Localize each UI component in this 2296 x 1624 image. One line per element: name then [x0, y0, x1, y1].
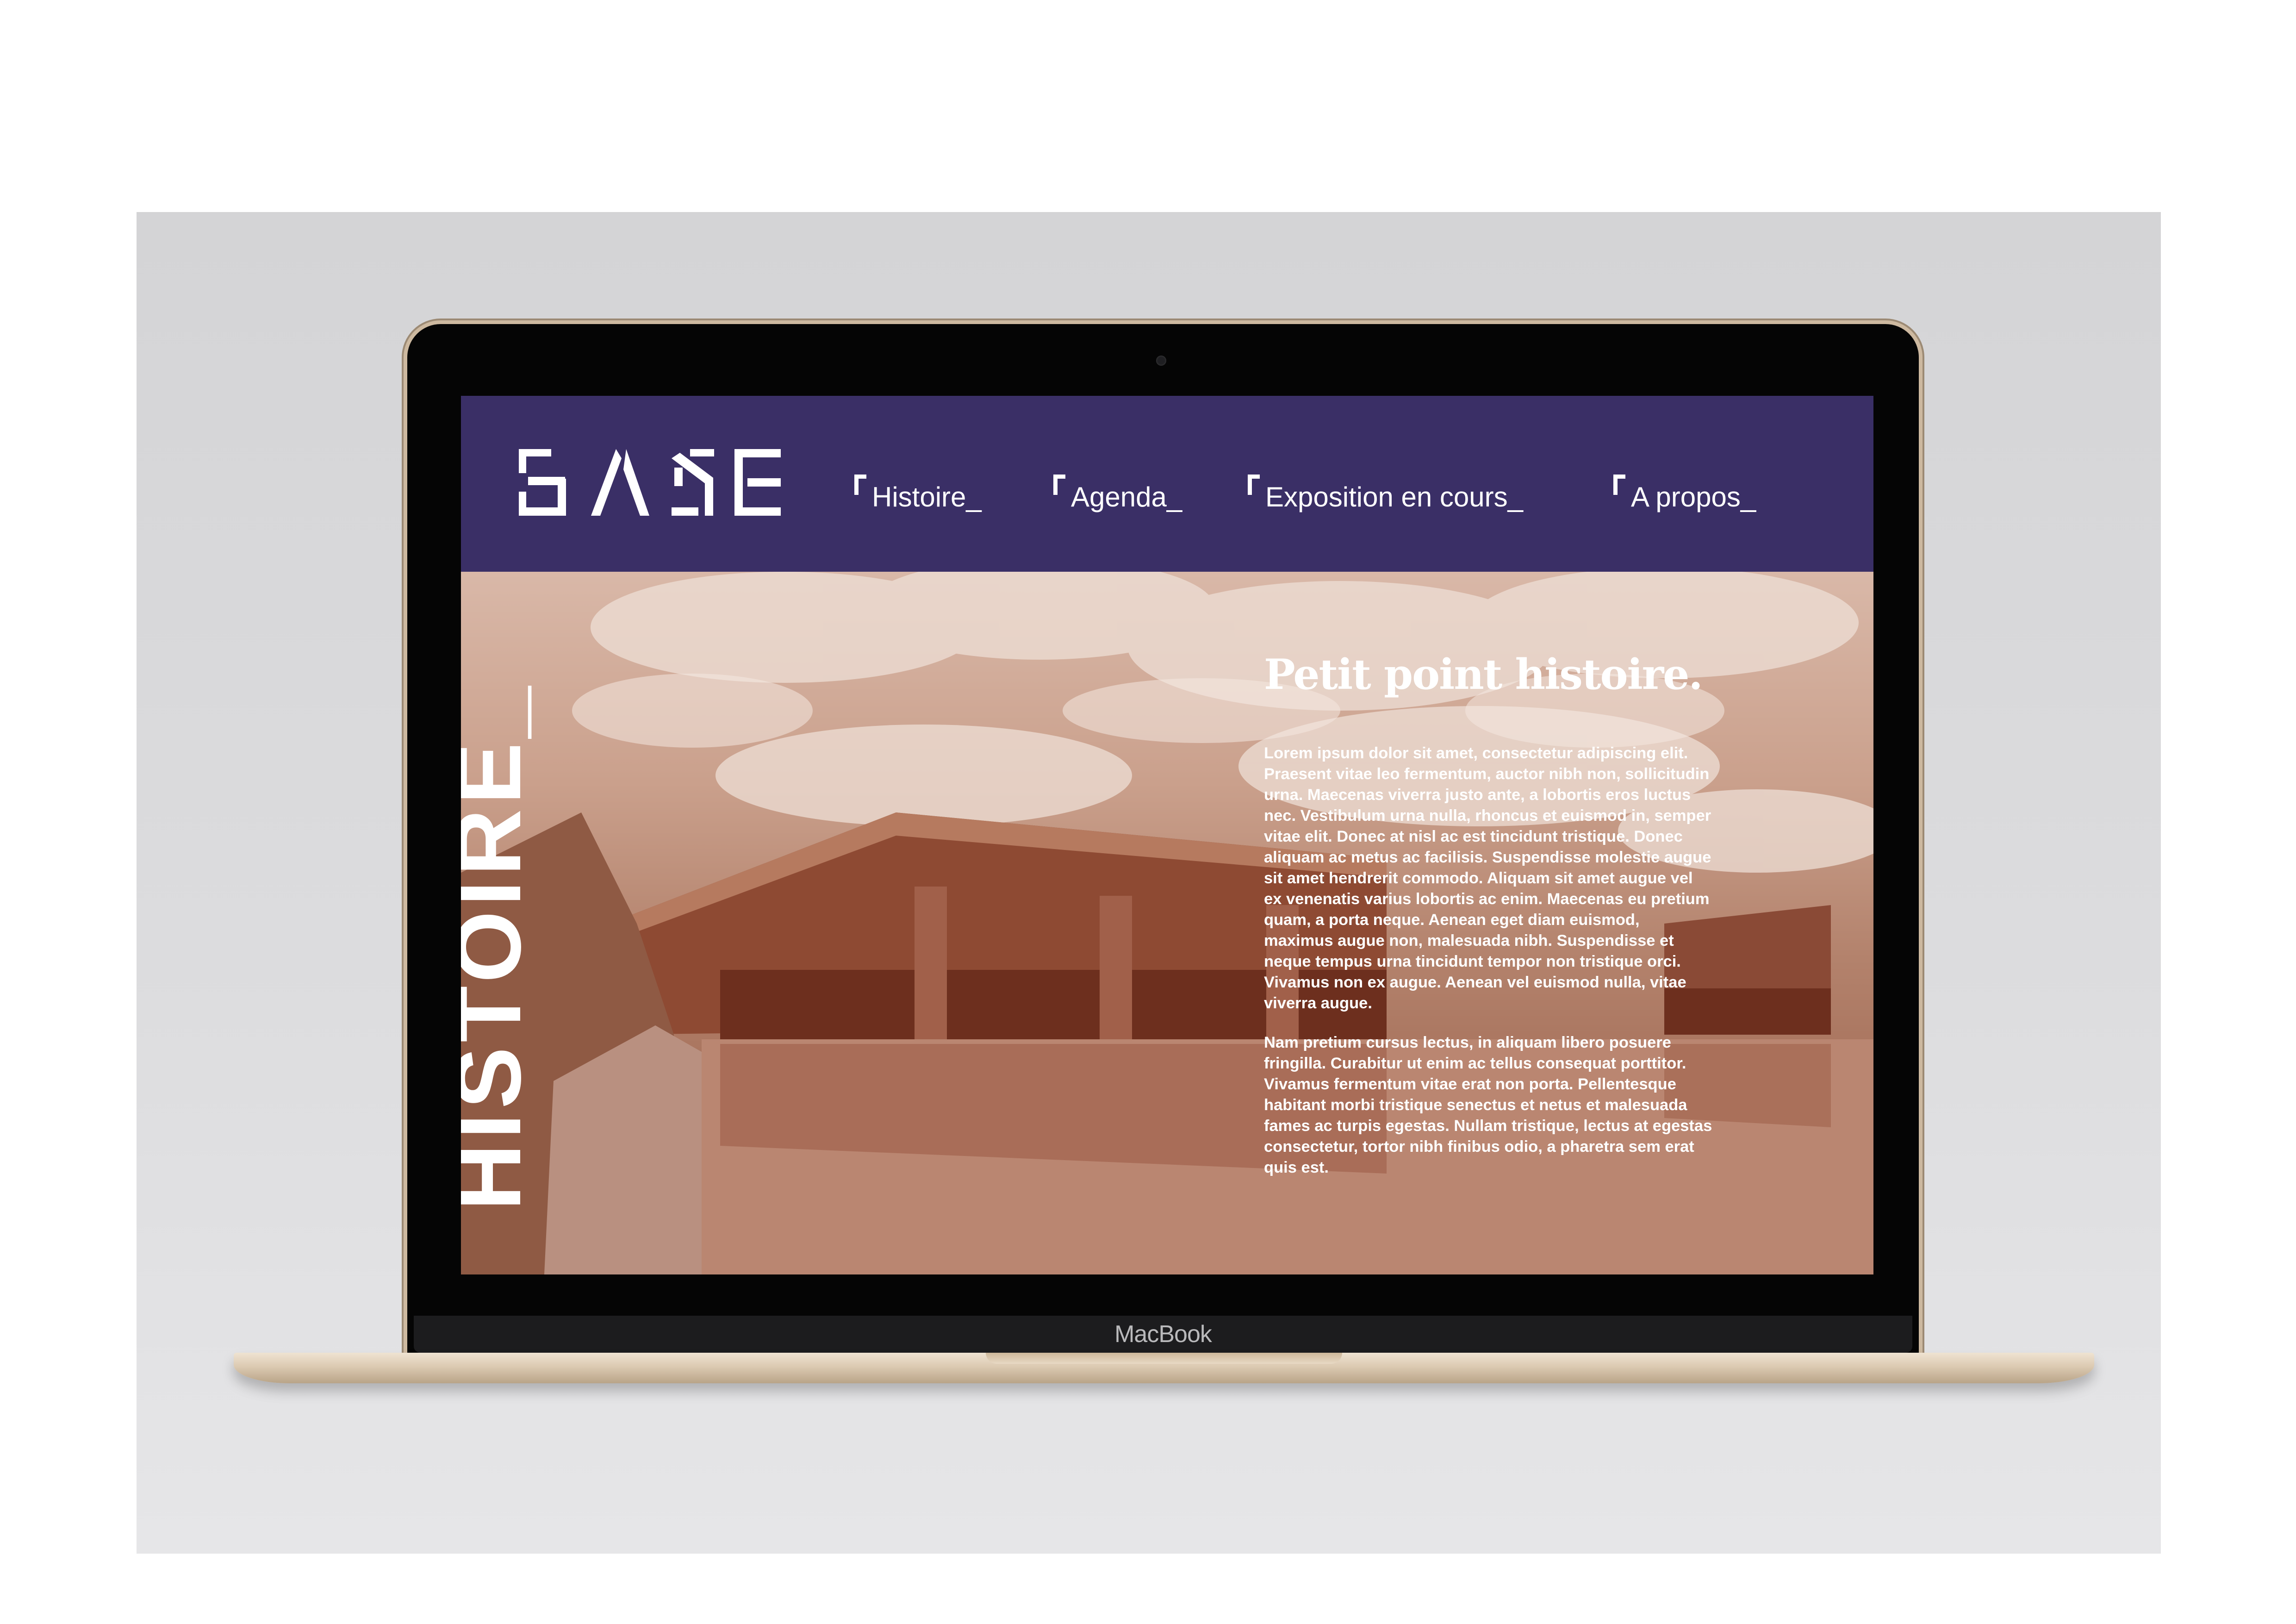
article-paragraph: Nam pretium cursus lectus, in aliquam li… [1264, 1033, 1712, 1176]
laptop-screen: Histoire_ Agenda_ Exposition en cours_ A… [461, 396, 1873, 1274]
laptop-base [234, 1353, 2094, 1383]
corner-bracket-icon [854, 475, 866, 495]
article-title: Petit point histoire. [1264, 650, 1703, 699]
history-article: Petit point histoire. Lorem ipsum dolor … [1264, 653, 1713, 1197]
vertical-section-title: HISTOIRE_ [461, 681, 540, 1211]
laptop-lid: Histoire_ Agenda_ Exposition en cours_ A… [407, 324, 1919, 1357]
nav-label: Agenda_ [1071, 481, 1182, 512]
lid-opening-notch [986, 1353, 1342, 1364]
main-nav: Histoire_ Agenda_ Exposition en cours_ A… [461, 396, 1873, 572]
site-header: Histoire_ Agenda_ Exposition en cours_ A… [461, 396, 1873, 572]
corner-bracket-icon [1248, 475, 1260, 495]
corner-bracket-icon [1613, 475, 1625, 495]
nav-agenda[interactable]: Agenda_ [1053, 475, 1182, 513]
nav-label: A propos_ [1631, 481, 1756, 512]
nav-histoire[interactable]: Histoire_ [854, 475, 982, 513]
corner-bracket-icon [1053, 475, 1065, 495]
device-label: MacBook [1114, 1321, 1212, 1348]
nav-a-propos[interactable]: A propos_ [1613, 475, 1756, 513]
laptop-chin: MacBook [414, 1316, 1912, 1353]
nav-label: Exposition en cours_ [1265, 481, 1523, 512]
hero-section: HISTOIRE_ Petit point histoire. Lorem ip… [461, 572, 1873, 1274]
nav-exposition[interactable]: Exposition en cours_ [1248, 475, 1523, 513]
article-paragraph: Lorem ipsum dolor sit amet, consectetur … [1264, 744, 1711, 1012]
camera-icon [1156, 356, 1166, 366]
nav-label: Histoire_ [872, 481, 982, 512]
